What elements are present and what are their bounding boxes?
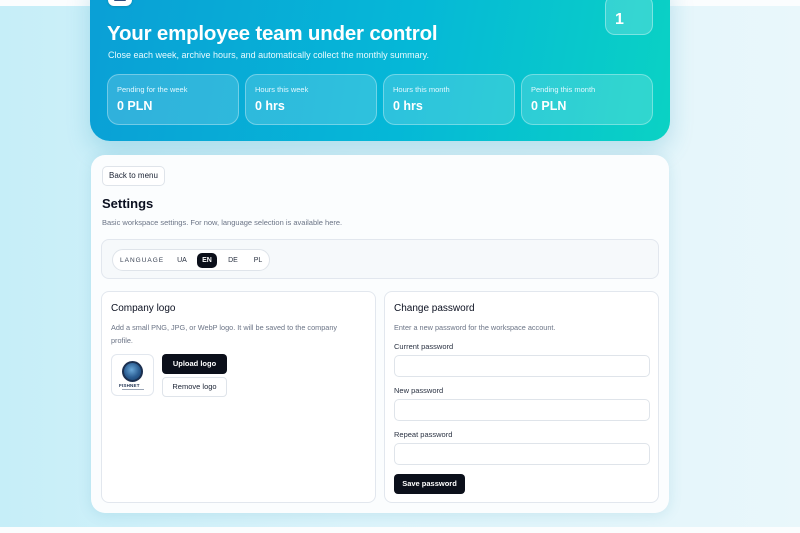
company-logo-panel: Company logo Add a small PNG, JPG, or We… xyxy=(101,291,376,503)
save-password-button[interactable]: Save password xyxy=(394,474,465,494)
change-password-description: Enter a new password for the workspace a… xyxy=(394,323,556,332)
page-subtitle: Basic workspace settings. For now, langu… xyxy=(102,218,343,227)
stat-card-pending-month: Pending this month 0 PLN xyxy=(521,74,653,125)
page-title: Settings xyxy=(102,196,154,211)
current-password-input[interactable] xyxy=(394,355,650,377)
stat-value: 0 hrs xyxy=(393,99,423,113)
change-password-panel: Change password Enter a new password for… xyxy=(384,291,659,503)
change-password-title: Change password xyxy=(394,303,475,314)
hero-title: Your employee team under control xyxy=(107,22,438,45)
hero-banner: Your employee team under control Close e… xyxy=(90,0,670,141)
language-label: LANGUAGE xyxy=(120,257,165,264)
company-logo-description: Add a small PNG, JPG, or WebP logo. It w… xyxy=(111,322,337,347)
repeat-password-input[interactable] xyxy=(394,443,650,465)
stat-value: 0 PLN xyxy=(117,99,153,113)
company-logo-tagline xyxy=(122,389,144,390)
company-logo-preview: FISHNET xyxy=(111,354,154,396)
language-option-de[interactable]: DE xyxy=(223,253,243,268)
language-option-pl[interactable]: PL xyxy=(248,253,268,268)
stat-card-pending-week: Pending for the week 0 PLN xyxy=(107,74,239,125)
stat-card-hours-month: Hours this month 0 hrs xyxy=(383,74,515,125)
current-password-label: Current password xyxy=(394,342,454,351)
new-password-label: New password xyxy=(394,386,444,395)
stat-label: Hours this week xyxy=(255,85,309,94)
company-logo-description-line1: Add a small PNG, JPG, or WebP logo. It w… xyxy=(111,323,338,332)
company-logo-title: Company logo xyxy=(111,303,176,314)
upload-logo-button[interactable]: Upload logo xyxy=(162,354,227,374)
stat-card-hours-week: Hours this week 0 hrs xyxy=(245,74,377,125)
settings-card: Back to menu Settings Basic workspace se… xyxy=(91,155,669,513)
bottom-strip xyxy=(0,527,800,533)
company-logo-wordmark: FISHNET xyxy=(119,383,140,388)
brand-logo-icon xyxy=(108,0,132,6)
stat-value: 0 hrs xyxy=(255,99,285,113)
stat-label: Pending this month xyxy=(531,85,596,94)
remove-logo-button[interactable]: Remove logo xyxy=(162,377,227,397)
company-logo-image xyxy=(122,361,143,382)
stat-value: 0 PLN xyxy=(531,99,567,113)
company-logo-description-line2: profile. xyxy=(111,335,133,345)
language-option-ua[interactable]: UA xyxy=(172,253,192,268)
language-option-en[interactable]: EN xyxy=(197,253,217,268)
hero-subtitle: Close each week, archive hours, and auto… xyxy=(108,50,429,60)
back-to-menu-button[interactable]: Back to menu xyxy=(102,166,165,186)
language-selector: LANGUAGE UA EN DE PL xyxy=(112,249,270,271)
employee-count-badge: 1 xyxy=(605,0,653,35)
language-panel: LANGUAGE UA EN DE PL xyxy=(101,239,659,279)
stat-label: Pending for the week xyxy=(117,85,188,94)
repeat-password-label: Repeat password xyxy=(394,430,453,439)
new-password-input[interactable] xyxy=(394,399,650,421)
stat-label: Hours this month xyxy=(393,85,450,94)
